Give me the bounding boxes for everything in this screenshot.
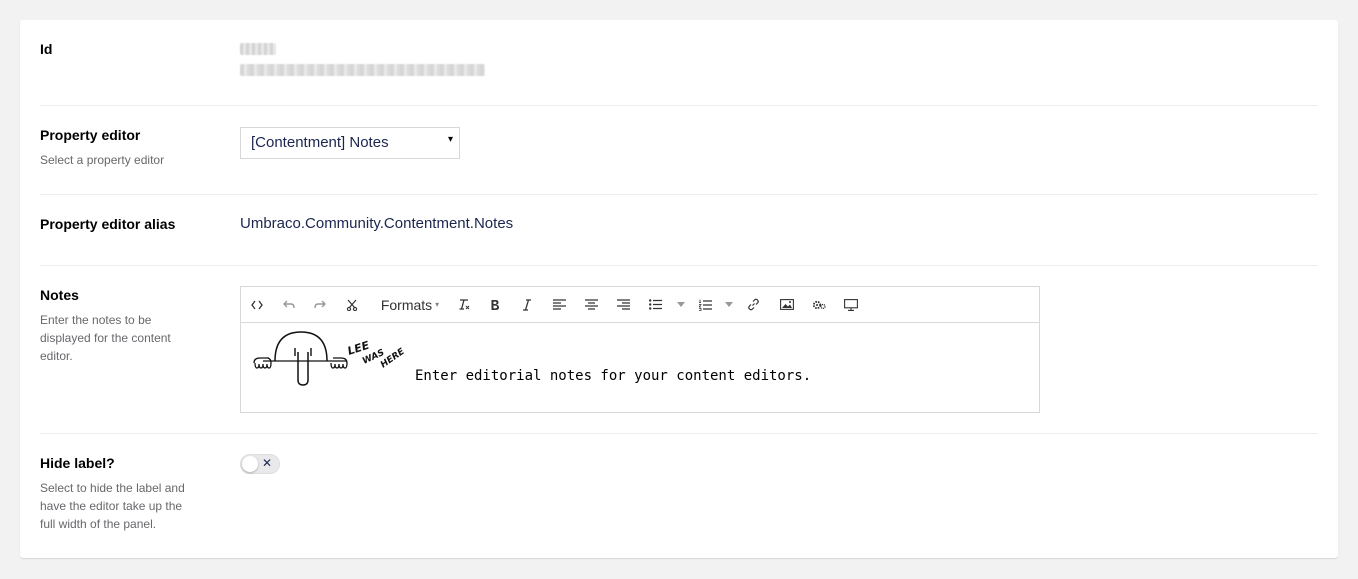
- property-editor-alias-label: Property editor alias: [40, 216, 176, 232]
- editor-note-text: Enter editorial notes for your content e…: [415, 368, 812, 384]
- formats-label: Formats: [380, 296, 433, 313]
- cut-icon[interactable]: [342, 287, 362, 322]
- property-editor-alias-row: Property editor alias Umbraco.Community.…: [40, 195, 1318, 266]
- property-editor-selected-value: [Contentment] Notes: [251, 134, 389, 151]
- id-row: Id: [40, 20, 1318, 106]
- property-editor-description: Select a property editor: [40, 153, 165, 167]
- property-editor-label: Property editor: [40, 127, 141, 143]
- notes-row: Notes Enter the notes to be displayed fo…: [40, 266, 1318, 434]
- hide-label-description: Select to hide the label and have the ed…: [40, 481, 185, 531]
- rich-text-editor[interactable]: Formats ▾ LEE WAS HERE Enter editorial n…: [240, 286, 1040, 413]
- numbered-list-icon[interactable]: [695, 287, 715, 322]
- bold-icon[interactable]: [485, 287, 505, 322]
- id-label: Id: [40, 41, 53, 57]
- redo-icon[interactable]: [310, 287, 330, 322]
- settings-panel: Id Property editor Select a property edi…: [20, 20, 1338, 558]
- property-editor-row: Property editor Select a property editor…: [40, 106, 1318, 195]
- italic-icon[interactable]: [517, 287, 537, 322]
- formats-dropdown[interactable]: Formats ▾: [375, 287, 445, 322]
- property-editor-select[interactable]: [Contentment] Notes ▾: [240, 127, 460, 159]
- lee-was-here-doodle-icon: LEE WAS HERE: [253, 331, 407, 386]
- embed-icon[interactable]: [841, 287, 861, 322]
- property-editor-alias-value: Umbraco.Community.Contentment.Notes: [240, 215, 514, 232]
- align-left-icon[interactable]: [549, 287, 569, 322]
- numbered-list-dropdown-icon[interactable]: [719, 287, 739, 322]
- chevron-down-icon: ▾: [435, 300, 440, 309]
- link-icon[interactable]: [743, 287, 763, 322]
- editor-toolbar: Formats ▾: [241, 287, 1039, 323]
- close-icon: ✕: [261, 456, 272, 470]
- notes-label: Notes: [40, 287, 79, 303]
- align-right-icon[interactable]: [613, 287, 633, 322]
- editor-content-area[interactable]: LEE WAS HERE Enter editorial notes for y…: [241, 323, 1039, 412]
- chevron-down-icon: ▾: [447, 134, 453, 145]
- toggle-knob: [242, 456, 258, 472]
- macro-icon[interactable]: [809, 287, 829, 322]
- image-icon[interactable]: [777, 287, 797, 322]
- clear-formatting-icon[interactable]: [453, 287, 473, 322]
- notes-description: Enter the notes to be displayed for the …: [40, 313, 171, 363]
- svg-text:HERE: HERE: [379, 346, 407, 370]
- hide-label-toggle[interactable]: ✕: [240, 454, 280, 474]
- guid-value-redacted: [240, 64, 485, 76]
- undo-icon[interactable]: [279, 287, 299, 322]
- align-center-icon[interactable]: [581, 287, 601, 322]
- hide-label-label: Hide label?: [40, 455, 115, 471]
- hide-label-row: Hide label? Select to hide the label and…: [40, 434, 1318, 558]
- source-code-icon[interactable]: [247, 287, 267, 322]
- bullet-list-dropdown-icon[interactable]: [671, 287, 691, 322]
- id-value-redacted: [240, 43, 276, 55]
- bullet-list-icon[interactable]: [645, 287, 665, 322]
